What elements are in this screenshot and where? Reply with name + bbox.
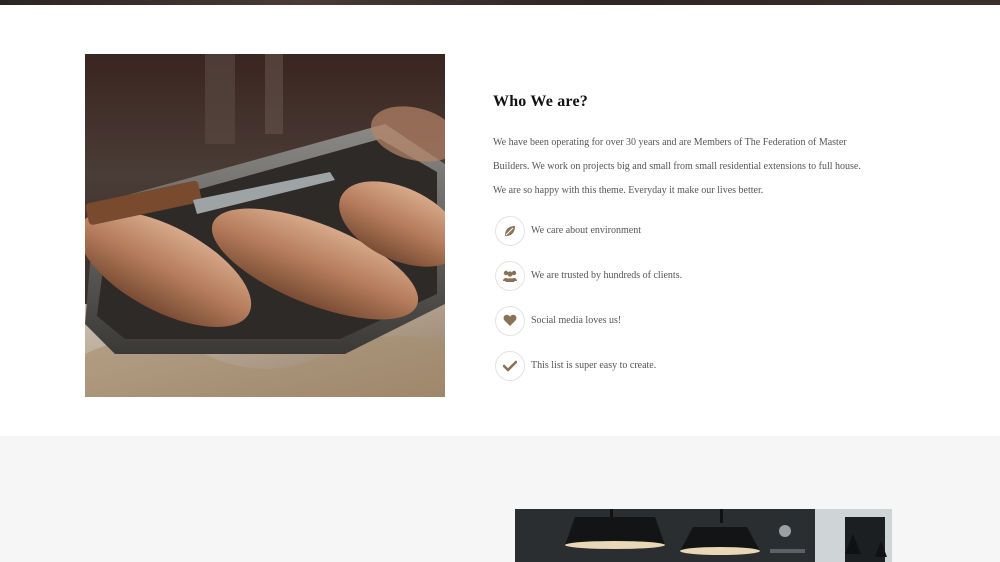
feature-item: This list is super easy to create.	[493, 350, 863, 381]
bread-photo	[85, 54, 445, 397]
feature-item: We are trusted by hundreds of clients.	[493, 260, 863, 291]
feature-label: We are trusted by hundreds of clients.	[531, 270, 683, 281]
feature-label: We care about environment	[531, 225, 641, 236]
users-icon	[495, 260, 525, 291]
restaurant-photo	[515, 509, 892, 562]
section-description: We have been operating for over 30 years…	[493, 137, 861, 196]
about-section: Who We are? We have been operating for o…	[0, 5, 1000, 436]
about-content: Who We are? We have been operating for o…	[493, 93, 863, 395]
leaf-icon	[495, 215, 525, 246]
check-icon	[495, 350, 525, 381]
section-title: Who We are?	[493, 93, 588, 110]
feature-item: We care about environment	[493, 215, 863, 246]
feature-label: This list is super easy to create.	[531, 360, 657, 371]
feature-item: Social media loves us!	[493, 305, 863, 336]
next-section	[0, 436, 1000, 562]
feature-label: Social media loves us!	[531, 315, 622, 326]
heart-icon	[495, 305, 525, 336]
feature-list: We care about environment We are trusted…	[493, 215, 863, 381]
